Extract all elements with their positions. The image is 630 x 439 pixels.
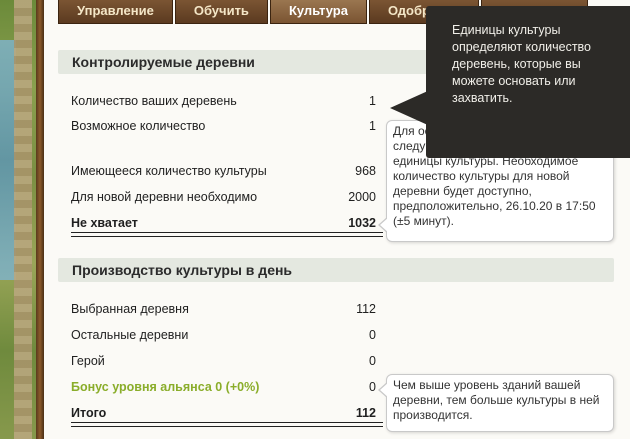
- tab-management[interactable]: Управление: [58, 0, 173, 24]
- bubble-pointer-fill: [380, 217, 389, 233]
- row-value: 0: [369, 380, 376, 394]
- production-info-bubble: Чем выше уровень зданий вашей деревни, т…: [378, 374, 614, 432]
- row-culture-available: Имеющееся количество культуры 968: [71, 164, 376, 184]
- row-possible-count: Возможное количество 1: [71, 119, 376, 139]
- total-divider: [71, 232, 383, 237]
- bubble-text: Чем выше уровень зданий вашей деревни, т…: [393, 378, 600, 422]
- total-divider: [71, 422, 383, 427]
- row-value: 1: [369, 94, 376, 108]
- row-value: 0: [369, 328, 376, 342]
- alliance-bonus-link[interactable]: Бонус уровня альянса 0 (+0%): [71, 380, 259, 394]
- row-value: 112: [355, 406, 376, 420]
- row-other-villages: Остальные деревни 0: [71, 328, 376, 348]
- row-value: 1032: [348, 216, 376, 230]
- row-hero: Герой 0: [71, 354, 376, 374]
- row-value: 2000: [348, 190, 376, 204]
- bubble-pointer-fill: [380, 382, 389, 398]
- road: [14, 0, 32, 439]
- row-label: Остальные деревни: [71, 328, 189, 342]
- row-label: Для новой деревни необходимо: [71, 190, 258, 204]
- hover-tooltip-pointer: [390, 90, 430, 126]
- row-label: Герой: [71, 354, 105, 368]
- row-label: Выбранная деревня: [71, 302, 189, 316]
- row-your-villages: Количество ваших деревень 1: [71, 94, 376, 114]
- tooltip-text: Единицы культуры определяют количество д…: [452, 23, 591, 105]
- row-label: Имеющееся количество культуры: [71, 164, 267, 178]
- row-label: Не хватает: [71, 216, 138, 230]
- culture-hover-tooltip: Единицы культуры определяют количество д…: [426, 6, 630, 158]
- culture-panel: Управление Обучить Культура Одобрение Эк…: [44, 0, 630, 439]
- row-selected-village: Выбранная деревня 112: [71, 302, 376, 322]
- row-value: 1: [369, 119, 376, 133]
- row-label: Итого: [71, 406, 107, 420]
- row-culture-required: Для новой деревни необходимо 2000: [71, 190, 376, 210]
- row-value: 112: [356, 302, 376, 316]
- row-value: 0: [369, 354, 376, 368]
- row-value: 968: [355, 164, 376, 178]
- tab-culture[interactable]: Культура: [269, 0, 367, 24]
- row-alliance-bonus[interactable]: Бонус уровня альянса 0 (+0%) 0: [71, 380, 376, 400]
- tab-train[interactable]: Обучить: [174, 0, 268, 24]
- village-map-strip: [0, 0, 44, 439]
- map-frame: [36, 0, 44, 439]
- row-label: Количество ваших деревень: [71, 94, 237, 108]
- row-label: Возможное количество: [71, 119, 206, 133]
- culture-production-header: Производство культуры в день: [58, 258, 614, 282]
